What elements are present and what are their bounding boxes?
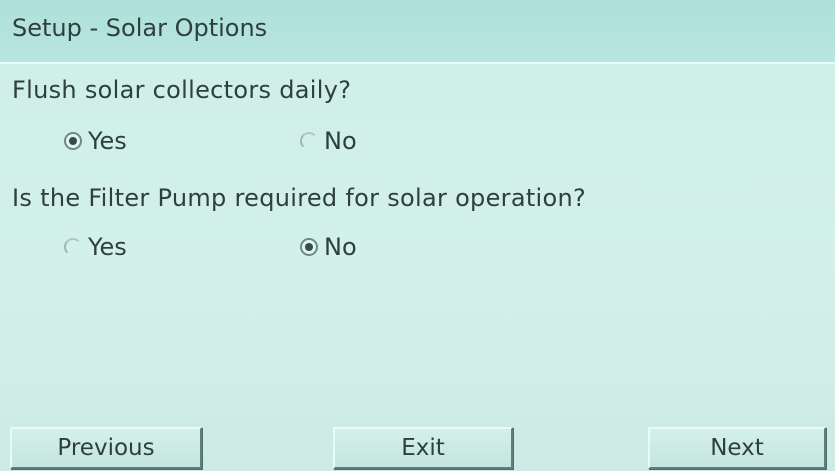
radio-label: No: [324, 233, 357, 261]
solar-options-screen: Setup - Solar Options Flush solar collec…: [0, 0, 835, 471]
radio-label: No: [324, 127, 357, 155]
filter-pump-yes-radio[interactable]: Yes: [64, 233, 127, 261]
page-title: Setup - Solar Options: [12, 14, 268, 42]
radio-unselected-icon: [300, 132, 318, 150]
flush-no-radio[interactable]: No: [300, 127, 357, 155]
radio-label: Yes: [88, 127, 127, 155]
radio-selected-icon: [64, 132, 82, 150]
question-flush-collectors: Flush solar collectors daily?: [12, 76, 352, 104]
title-bar: Setup - Solar Options: [0, 0, 835, 64]
exit-button[interactable]: Exit: [333, 427, 513, 469]
next-button[interactable]: Next: [648, 427, 826, 469]
radio-label: Yes: [88, 233, 127, 261]
radio-unselected-icon: [64, 238, 82, 256]
filter-pump-no-radio[interactable]: No: [300, 233, 357, 261]
question-filter-pump: Is the Filter Pump required for solar op…: [12, 184, 587, 212]
radio-selected-icon: [300, 238, 318, 256]
flush-yes-radio[interactable]: Yes: [64, 127, 127, 155]
previous-button[interactable]: Previous: [10, 427, 202, 469]
